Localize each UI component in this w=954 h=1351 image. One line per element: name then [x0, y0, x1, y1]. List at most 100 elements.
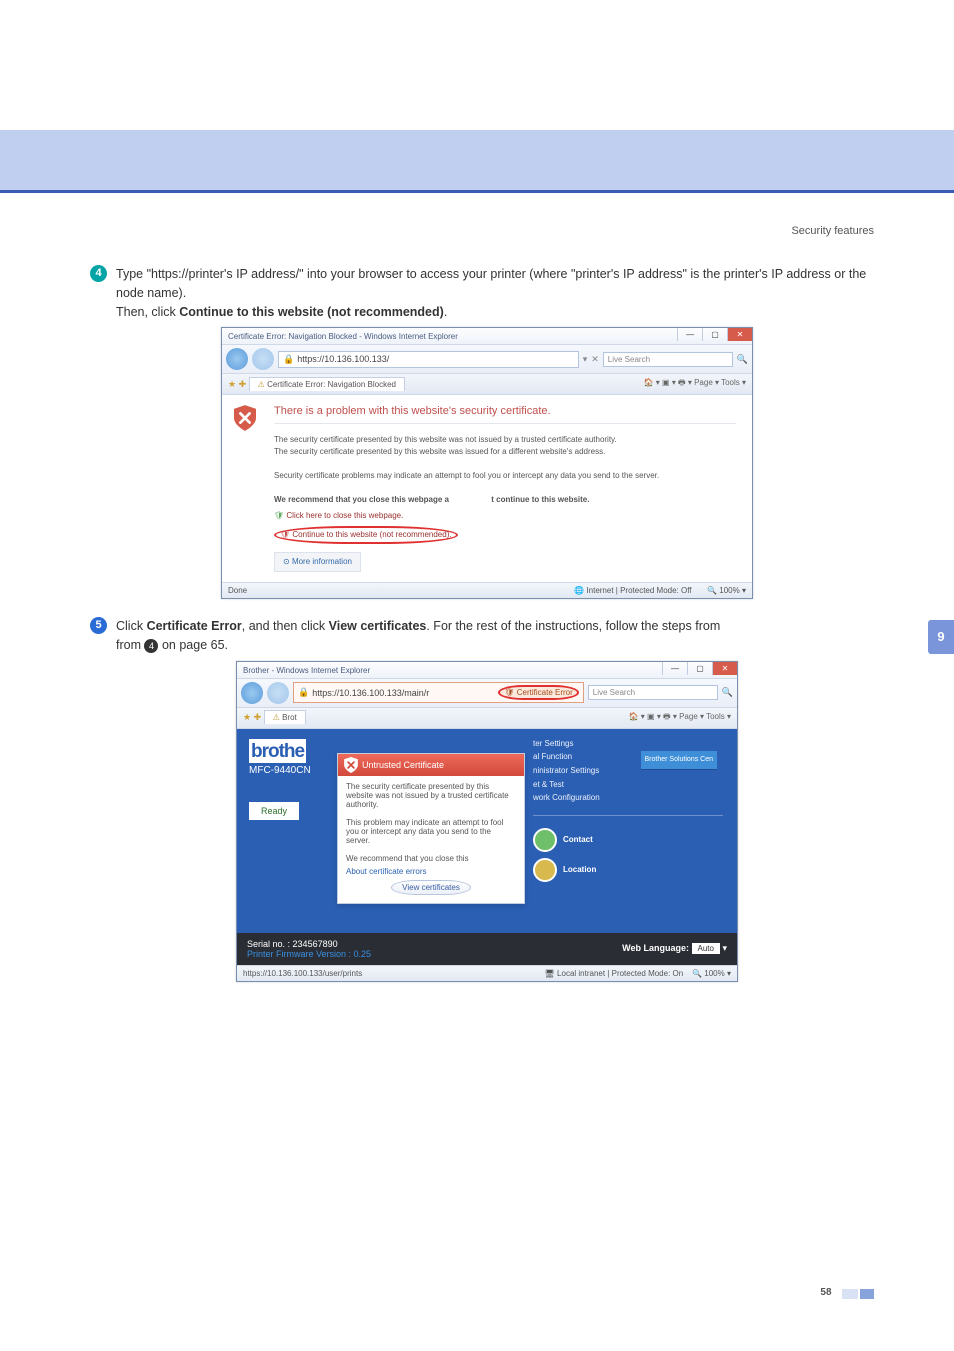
add-favorite-icon[interactable]: ✚: [254, 712, 262, 722]
window-buttons-2: — ▢ ✕: [662, 662, 737, 675]
certificate-error-button[interactable]: 🛡 Certificate Error: [498, 685, 578, 700]
tabs-bar-2: ★ ✚ ⚠ Brot 🏠 ▾ ▣ ▾ 🖶 ▾ Page ▾ Tools ▾: [237, 708, 737, 729]
minimize-button[interactable]: —: [677, 328, 702, 341]
address-bar-2[interactable]: 🔒 https://10.136.100.133/main/r 🛡 Certif…: [293, 682, 584, 703]
close-button[interactable]: ✕: [712, 662, 737, 675]
ie-window-2: Brother - Windows Internet Explorer — ▢ …: [236, 661, 738, 982]
shield-ok-icon: 🛡: [274, 511, 284, 520]
search-box[interactable]: Live Search: [603, 352, 733, 367]
contact-row[interactable]: Contact: [533, 828, 723, 852]
minimize-button[interactable]: —: [662, 662, 687, 675]
location-label: Location: [563, 863, 596, 877]
screenshot-2-wrap: Brother - Windows Internet Explorer — ▢ …: [90, 661, 884, 982]
cert-warning-icon: ⚠: [273, 713, 280, 722]
search-icon[interactable]: 🔍: [722, 687, 733, 698]
forward-button[interactable]: [252, 348, 274, 370]
solutions-center-button[interactable]: Brother Solutions Cen: [641, 751, 717, 769]
step5-e: . For the rest of the instructions, foll…: [426, 619, 720, 633]
shield-error-icon: [344, 757, 358, 773]
step5-a: Click: [116, 619, 147, 633]
back-button[interactable]: [226, 348, 248, 370]
favorites-icon[interactable]: ★: [243, 712, 251, 722]
sol-label: Brother Solutions Cen: [645, 756, 713, 763]
close-button[interactable]: ✕: [727, 328, 752, 341]
add-favorite-icon[interactable]: ✚: [239, 379, 247, 389]
location-row[interactable]: Location: [533, 858, 723, 882]
more-info-label: More information: [292, 557, 352, 566]
brother-admin-panel: brothe MFC-9440CN Ready Brother Solution…: [237, 729, 737, 933]
cert-p2: The security certificate presented by th…: [274, 446, 736, 458]
cert-rec-b: t continue to this website.: [491, 495, 589, 504]
about-cert-errors-link[interactable]: About certificate errors: [346, 867, 516, 876]
step-number-5: 5: [90, 617, 107, 634]
ie-toolbar-icons[interactable]: 🏠 ▾ ▣ ▾ 🖶 ▾ Page ▾ Tools ▾: [629, 711, 731, 725]
url: https://10.136.100.133/: [297, 354, 389, 364]
browser-tab[interactable]: ⚠ Certificate Error: Navigation Blocked: [249, 377, 405, 391]
step-4: 4 Type "https://printer's IP address/" i…: [90, 265, 884, 321]
popup-p3: We recommend that you close this: [346, 854, 516, 863]
shield-warn-icon: 🛡: [280, 530, 290, 539]
more-info-toggle[interactable]: ⊙ More information: [274, 552, 361, 572]
close-webpage-link[interactable]: Click here to close this webpage.: [286, 511, 403, 520]
search-icon[interactable]: 🔍: [737, 354, 748, 365]
link-settings[interactable]: ter Settings: [533, 739, 573, 748]
untrusted-cert-popup: Untrusted Certificate The security certi…: [337, 753, 525, 904]
highlighted-continue-link: 🛡 Continue to this website (not recommen…: [274, 526, 458, 544]
popup-title: Untrusted Certificate: [362, 760, 444, 770]
window-title-bar-2: Brother - Windows Internet Explorer — ▢ …: [237, 662, 737, 679]
window-title-bar: Certificate Error: Navigation Blocked - …: [222, 328, 752, 345]
screenshot-1-wrap: Certificate Error: Navigation Blocked - …: [90, 327, 884, 599]
tab-label: Brot: [282, 713, 297, 722]
ie-window-1: Certificate Error: Navigation Blocked - …: [221, 327, 753, 599]
cert-error-body: The security certificate presented by th…: [274, 434, 736, 572]
step4-text-2a: Then, click: [116, 305, 179, 319]
tools-label: Page ▾ Tools ▾: [694, 378, 746, 387]
maximize-button[interactable]: ▢: [702, 328, 727, 341]
web-language-select[interactable]: Auto: [692, 943, 720, 954]
back-button[interactable]: [241, 682, 263, 704]
ie-nav-bar-2: 🔒 https://10.136.100.133/main/r 🛡 Certif…: [237, 679, 737, 708]
link-function[interactable]: al Function: [533, 752, 572, 761]
link-network[interactable]: work Configuration: [533, 793, 600, 802]
favorites-icon[interactable]: ★: [228, 379, 236, 389]
cert-error-label: Certificate Error: [517, 688, 573, 697]
maximize-button[interactable]: ▢: [687, 662, 712, 675]
cert-recommend: We recommend that you close this webpage…: [274, 494, 736, 506]
step5-f: on page 65.: [158, 638, 228, 652]
tabs-bar: ★ ✚ ⚠ Certificate Error: Navigation Bloc…: [222, 374, 752, 395]
admin-side-links: Brother Solutions Cen ter Settings al Fu…: [533, 737, 723, 882]
popup-p1: The security certificate presented by th…: [346, 782, 516, 809]
serial-label: Serial no. :: [247, 939, 290, 949]
step5-c: , and then click: [242, 619, 329, 633]
status-middle: Internet | Protected Mode: Off: [586, 586, 691, 595]
cert-warning-icon: ⚠: [258, 380, 265, 389]
ie-toolbar-icons[interactable]: 🏠 ▾ ▣ ▾ 🖶 ▾ Page ▾ Tools ▾: [644, 377, 746, 391]
step4-bold: Continue to this website (not recommende…: [179, 305, 444, 319]
ie-nav-bar: 🔒 https://10.136.100.133/ ▾ ✕ Live Searc…: [222, 345, 752, 374]
printer-status: Ready: [249, 802, 299, 820]
continue-website-link[interactable]: Continue to this website (not recommende…: [292, 530, 451, 539]
ssl-icon: 🔒: [298, 687, 309, 698]
link-admin[interactable]: ninistrator Settings: [533, 766, 599, 775]
internet-zone-icon: 🌐: [574, 586, 584, 595]
page-content: Security features 4 Type "https://printe…: [0, 193, 954, 982]
status-zoom: 100%: [719, 586, 739, 595]
status-bar-2: https://10.136.100.133/user/prints 🖥 Loc…: [237, 965, 737, 981]
intranet-zone-icon: 🖥: [545, 969, 555, 978]
serial-value: 234567890: [293, 939, 338, 949]
forward-button[interactable]: [267, 682, 289, 704]
window-title-2: Brother - Windows Internet Explorer: [243, 666, 370, 675]
view-certificates-button[interactable]: View certificates: [391, 880, 471, 895]
link-test[interactable]: et & Test: [533, 780, 564, 789]
contact-icon: [533, 828, 557, 852]
search-box[interactable]: Live Search: [588, 685, 718, 700]
cert-p3: Security certificate problems may indica…: [274, 470, 736, 482]
address-bar[interactable]: 🔒 https://10.136.100.133/: [278, 351, 579, 368]
step5-b: Certificate Error: [147, 619, 242, 633]
cert-p1: The security certificate presented by th…: [274, 434, 736, 446]
ssl-icon: 🔒: [283, 354, 294, 365]
browser-tab-2[interactable]: ⚠ Brot: [264, 710, 306, 724]
view-cert-label: View certificates: [402, 883, 460, 892]
status-bar: Done 🌐 Internet | Protected Mode: Off 🔍 …: [222, 582, 752, 598]
step4-text-2c: .: [444, 305, 447, 319]
